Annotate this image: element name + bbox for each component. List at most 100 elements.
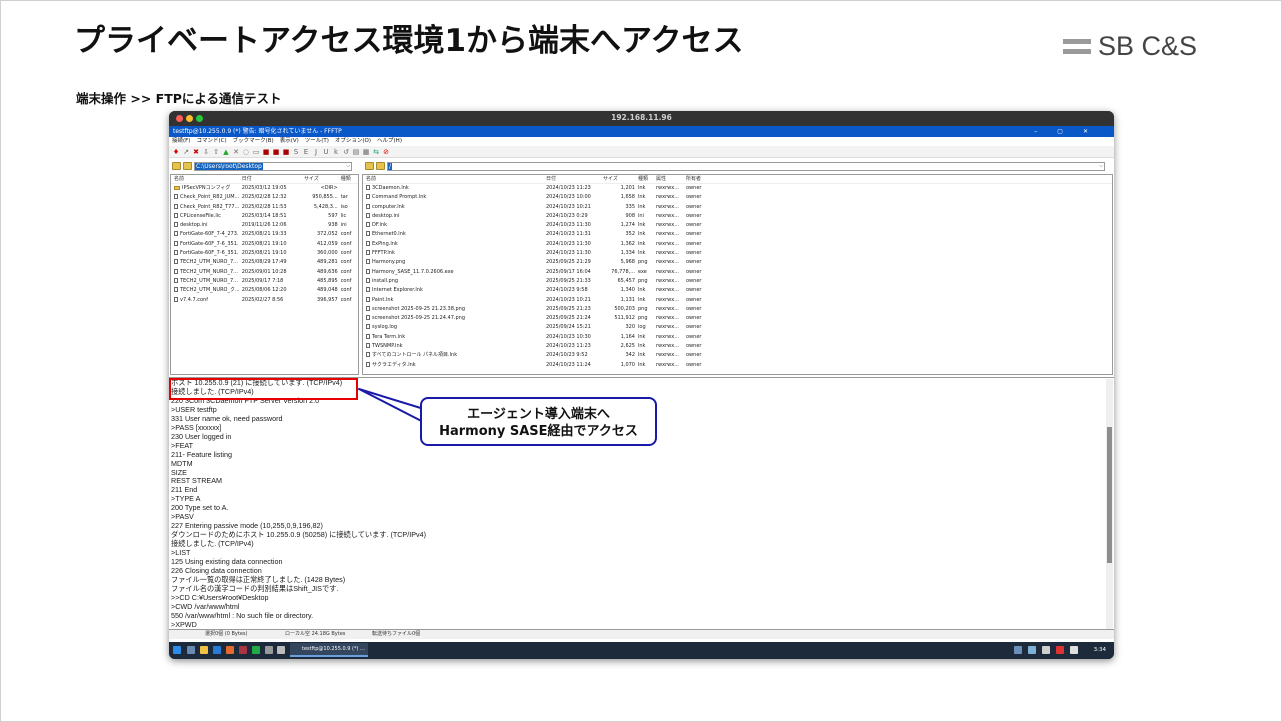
file-row[interactable]: TWSNMP.lnk 2024/10/23 11:23 2,625 lnk rwxrwx… <box>363 342 1112 351</box>
window-controls[interactable]: –▢✕ <box>1034 126 1108 137</box>
kanji-euc-icon[interactable]: E <box>302 148 310 156</box>
remote-path-dropdown-icon[interactable]: ⌵ <box>1099 163 1103 170</box>
terminal-icon[interactable] <box>252 646 260 654</box>
remote-up-icon[interactable] <box>376 162 385 170</box>
edge-icon[interactable] <box>213 646 221 654</box>
column-header[interactable]: 名前 <box>363 175 543 183</box>
start-icon[interactable] <box>173 646 181 654</box>
taskbar-ffftp[interactable]: testftp@10.255.0.9 (*) ... <box>290 643 368 657</box>
file-row[interactable]: desktop.ini 2019/11/26 12:06 938 ini <box>171 221 358 230</box>
paint-icon[interactable] <box>277 646 285 654</box>
column-header[interactable]: 名前 <box>171 175 239 183</box>
menu-item[interactable]: ヘルプ(H) <box>377 138 402 144</box>
tray-volume-icon[interactable] <box>1070 646 1078 654</box>
disconnect-icon[interactable]: ✖ <box>192 148 200 156</box>
file-row[interactable]: DF.lnk 2024/10/23 11:30 1,274 lnk rwxrwx... o… <box>363 221 1112 230</box>
file-row[interactable]: すべてのコントロール パネル項目.lnk 2024/10/23 9:52 342 ln… <box>363 351 1112 360</box>
tray-security-icon[interactable] <box>1056 646 1064 654</box>
file-row[interactable]: Harmony_SASE_11.7.0.2606.exe 2025/09/17 1… <box>363 268 1112 277</box>
file-row[interactable]: サクラエディタ.lnk 2024/10/23 11:24 1,070 lnk rwxrw… <box>363 361 1112 370</box>
log-scrollbar[interactable] <box>1106 379 1113 629</box>
column-header[interactable]: 属性 <box>653 175 683 183</box>
rename-icon[interactable]: ◌ <box>242 148 250 156</box>
file-row[interactable]: 3CDaemon.lnk 2024/10/23 11:23 1,201 lnk rwxr… <box>363 184 1112 193</box>
remote-path-input[interactable]: / ⌵ <box>387 161 1105 171</box>
detail-view-icon[interactable]: ▦ <box>362 148 370 156</box>
column-header[interactable]: 種類 <box>338 175 358 183</box>
local-path-dropdown-icon[interactable]: ⌵ <box>346 163 350 170</box>
menu-item[interactable]: ブックマーク(B) <box>233 138 274 144</box>
file-row[interactable]: Harmony.png 2025/09/25 21:29 5,968 png rwxrw… <box>363 258 1112 267</box>
kanji-utf-icon[interactable]: U <box>322 148 330 156</box>
file-row[interactable]: FortiGate-60F_7-4_273... 2025/08/21 19:33… <box>171 230 358 239</box>
mkdir-icon[interactable]: ▭ <box>252 148 260 156</box>
browser-icon[interactable] <box>226 646 234 654</box>
mirror-icon[interactable]: ▲ <box>222 148 230 156</box>
tray-network-icon[interactable] <box>1014 646 1022 654</box>
tray-battery-icon[interactable] <box>1042 646 1050 654</box>
sync-icon[interactable]: ⇆ <box>372 148 380 156</box>
column-header[interactable]: サイズ <box>600 175 635 183</box>
file-row[interactable]: computer.lnk 2024/10/23 10:21 335 lnk rwxrwx… <box>363 203 1112 212</box>
file-row[interactable]: FFFTP.lnk 2024/10/23 11:30 1,334 lnk rwxrwx.… <box>363 249 1112 258</box>
menu-item[interactable]: オプション(O) <box>335 138 371 144</box>
connect-icon[interactable]: ♦ <box>172 148 180 156</box>
quick-connect-icon[interactable]: ↗ <box>182 148 190 156</box>
menu-item[interactable]: 表示(V) <box>280 138 299 144</box>
file-row[interactable]: TECH2_UTM_NURO_7... 2025/09/01 10:28 489,6… <box>171 268 358 277</box>
local-file-list[interactable]: 名前 日付 サイズ 種類 IPSecVPNコンフィグ 2025/03/12 19:05 <… <box>170 174 359 375</box>
kana-icon[interactable]: k <box>332 148 340 156</box>
delete-icon[interactable]: ✕ <box>232 148 240 156</box>
remote-folder-icon[interactable] <box>365 162 374 170</box>
file-row[interactable]: Tera Term.lnk 2024/10/23 10:30 1,164 lnk rwx… <box>363 333 1112 342</box>
tray-display-icon[interactable] <box>1028 646 1036 654</box>
local-up-icon[interactable] <box>183 162 192 170</box>
local-path-input[interactable]: C:\Users\root\Desktop ⌵ <box>194 161 352 171</box>
explorer-icon[interactable] <box>200 646 208 654</box>
file-row[interactable]: FortiGate-60F_7-6_351... 2025/08/21 19:10… <box>171 249 358 258</box>
remote-file-list[interactable]: 名前 日付 サイズ 種類 属性 所有者 3CDaemon.lnk 2024/10/23 11… <box>362 174 1113 375</box>
file-row[interactable]: Command Prompt.lnk 2024/10/23 10:00 1,658 l… <box>363 193 1112 202</box>
file-row[interactable]: Check_Point_R82_JUM... 2025/02/28 12:32 95… <box>171 193 358 202</box>
file-row[interactable]: TECH2_UTM_NURO_7... 2025/09/17 7:18 485,89… <box>171 277 358 286</box>
file-row[interactable]: desktop.ini 2024/10/23 0:29 908 ini rwxrwx..… <box>363 212 1112 221</box>
file-row[interactable]: screenshot 2025-09-25 21.23.38.png 2025/0… <box>363 305 1112 314</box>
file-row[interactable]: syslog.log 2025/09/24 15:21 320 log rwxrwx..… <box>363 323 1112 332</box>
file-row[interactable]: Check_Point_R82_T77... 2025/02/28 11:53 5,… <box>171 203 358 212</box>
file-row[interactable]: FortiGate-60F_7-6_351... 2025/08/21 19:10… <box>171 240 358 249</box>
kanji-code-icon[interactable]: S <box>292 148 300 156</box>
column-header[interactable]: 種類 <box>635 175 653 183</box>
file-row[interactable]: install.png 2025/09/25 21:33 65,457 png rwxr… <box>363 277 1112 286</box>
download-icon[interactable]: ⇩ <box>202 148 210 156</box>
auto-mode-icon[interactable]: ■ <box>282 148 290 156</box>
refresh-icon[interactable]: ↺ <box>342 148 350 156</box>
file-row[interactable]: screenshot 2025-09-25 21.24.47.png 2025/0… <box>363 314 1112 323</box>
binary-icon[interactable]: ■ <box>272 148 280 156</box>
menu-item[interactable]: ツール(T) <box>305 138 329 144</box>
ascii-icon[interactable]: ■ <box>262 148 270 156</box>
menu-item[interactable]: コマンド(C) <box>196 138 226 144</box>
file-row[interactable]: Paint.lnk 2024/10/23 10:21 1,131 lnk rwxrwx.… <box>363 296 1112 305</box>
column-header[interactable]: 所有者 <box>683 175 713 183</box>
column-header[interactable]: 日付 <box>543 175 600 183</box>
stop-icon[interactable]: ⊘ <box>382 148 390 156</box>
menu-item[interactable]: 接続(F) <box>172 138 190 144</box>
local-folder-icon[interactable] <box>172 162 181 170</box>
desktop-icon[interactable] <box>187 646 195 654</box>
column-header[interactable]: 日付 <box>239 175 301 183</box>
file-row[interactable]: TECH2_UTM_NURO_ク... 2025/08/06 12:20 489,0… <box>171 286 358 295</box>
file-row[interactable]: IPSecVPNコンフィグ 2025/03/12 19:05 <DIR> <box>171 184 358 193</box>
log-scroll-thumb[interactable] <box>1107 427 1112 563</box>
tool-icon[interactable] <box>265 646 273 654</box>
file-row[interactable]: Ethernet0.lnk 2024/10/23 11:31 352 lnk rwxrw… <box>363 230 1112 239</box>
app-icon[interactable] <box>239 646 247 654</box>
file-row[interactable]: v7.4.7.conf 2025/02/27 8:56 396,957 conf <box>171 296 358 305</box>
upload-icon[interactable]: ⇧ <box>212 148 220 156</box>
file-row[interactable]: CPLicenseFile.lic 2025/03/14 18:51 597 lic <box>171 212 358 221</box>
kanji-jis-icon[interactable]: J <box>312 148 320 156</box>
file-row[interactable]: Internet Explorer.lnk 2024/10/23 9:58 1,34… <box>363 286 1112 295</box>
file-row[interactable]: ExPing.lnk 2024/10/23 11:30 1,362 lnk rwxrwx… <box>363 240 1112 249</box>
list-view-icon[interactable]: ▤ <box>352 148 360 156</box>
file-row[interactable]: TECH2_UTM_NURO_7... 2025/08/29 17:49 489,2… <box>171 258 358 267</box>
column-header[interactable]: サイズ <box>301 175 338 183</box>
